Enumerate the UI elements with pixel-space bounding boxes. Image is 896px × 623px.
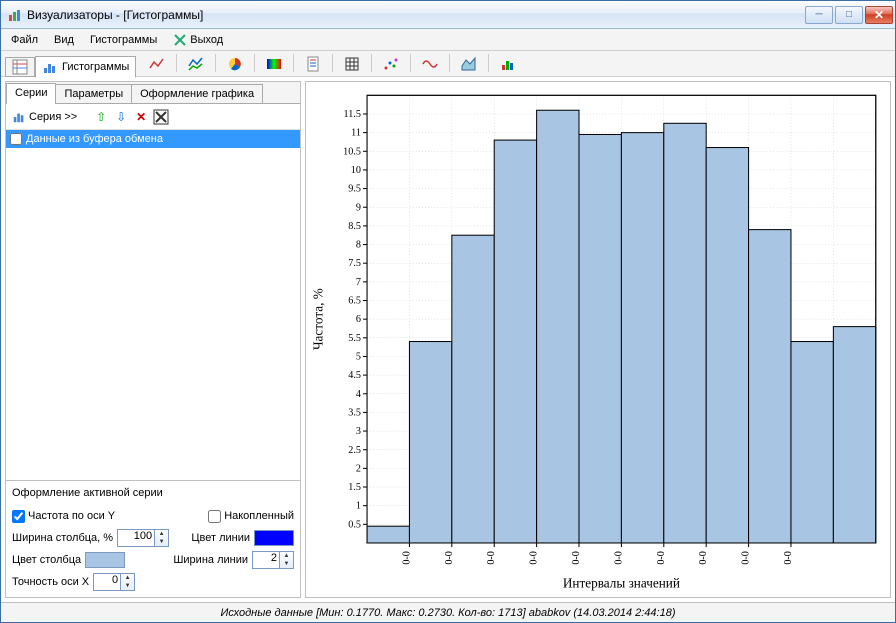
histogram-chart: 0.511.522.533.544.555.566.577.588.599.51… [306, 82, 890, 597]
series-dropdown[interactable]: Серия >> [12, 110, 77, 124]
subtab-design[interactable]: Оформление графика [131, 84, 263, 103]
svg-text:4.5: 4.5 [348, 370, 361, 381]
svg-text:6.5: 6.5 [348, 296, 361, 307]
svg-text:11.5: 11.5 [344, 109, 361, 120]
svg-text:0-0: 0-0 [783, 551, 794, 565]
window-title: Визуализаторы - [Гистограммы] [27, 8, 805, 22]
svg-text:4: 4 [356, 389, 361, 400]
svg-text:2: 2 [356, 463, 361, 474]
svg-text:5.5: 5.5 [348, 333, 361, 344]
delete-series-button[interactable]: ✕ [133, 109, 149, 125]
subtab-params[interactable]: Параметры [55, 84, 132, 103]
tool-grid[interactable] [341, 54, 363, 74]
exit-icon [173, 33, 187, 47]
svg-text:8: 8 [356, 240, 361, 251]
svg-text:Частота, %: Частота, % [310, 288, 325, 350]
subtab-series[interactable]: Серии [6, 83, 56, 104]
bar-color-swatch[interactable] [85, 552, 125, 568]
x-precision-input[interactable]: 0 [93, 573, 121, 591]
svg-text:7.5: 7.5 [348, 258, 361, 269]
accumulated-checkbox[interactable] [208, 510, 221, 523]
svg-text:9: 9 [356, 202, 361, 213]
tab-histograms[interactable]: Гистограммы [35, 56, 136, 78]
svg-text:0-0: 0-0 [741, 551, 752, 565]
svg-text:10: 10 [351, 165, 361, 176]
svg-text:0-0: 0-0 [401, 551, 412, 565]
bar-width-spinner[interactable]: ▲▼ [155, 529, 169, 547]
series-toolbar: Серия >> ⇧ ⇩ ✕ [6, 104, 300, 130]
titlebar: Визуализаторы - [Гистограммы] ─ □ ✕ [1, 1, 895, 29]
menu-file[interactable]: Файл [5, 32, 44, 48]
statusbar: Исходные данные [Мин: 0.1770. Макс: 0.27… [1, 602, 895, 622]
move-up-button[interactable]: ⇧ [93, 109, 109, 125]
menu-exit[interactable]: Выход [167, 31, 229, 49]
maximize-button[interactable]: □ [835, 6, 863, 24]
svg-text:6: 6 [356, 314, 361, 325]
toolbar: Гистограммы [1, 51, 895, 77]
line-width-spinner[interactable]: ▲▼ [280, 551, 294, 569]
tool-gradient[interactable] [263, 54, 285, 74]
svg-text:0-0: 0-0 [698, 551, 709, 565]
content-area: Серии Параметры Оформление графика Серия… [1, 77, 895, 602]
svg-text:0-0: 0-0 [571, 551, 582, 565]
svg-text:10.5: 10.5 [343, 146, 361, 157]
series-icon [12, 110, 26, 124]
svg-text:1.5: 1.5 [348, 482, 361, 493]
tool-bars3d[interactable] [497, 54, 519, 74]
svg-text:5: 5 [356, 352, 361, 363]
svg-text:8.5: 8.5 [348, 221, 361, 232]
chart-panel: 0.511.522.533.544.555.566.577.588.599.51… [305, 81, 891, 598]
accumulated-checkbox-row[interactable]: Накопленный [208, 510, 294, 523]
menubar: Файл Вид Гистограммы Выход [1, 29, 895, 51]
svg-text:1: 1 [356, 501, 361, 512]
svg-text:0.5: 0.5 [348, 519, 361, 530]
svg-text:9.5: 9.5 [348, 184, 361, 195]
series-form: Оформление активной серии Частота по оси… [6, 480, 300, 597]
tool-wave[interactable] [419, 54, 441, 74]
series-list: Данные из буфера обмена [6, 130, 300, 480]
tool-area[interactable] [458, 54, 480, 74]
app-icon [7, 7, 23, 23]
left-panel: Серии Параметры Оформление графика Серия… [5, 81, 301, 598]
svg-text:0-0: 0-0 [444, 551, 455, 565]
tool-lineplot[interactable] [146, 54, 168, 74]
move-down-button[interactable]: ⇩ [113, 109, 129, 125]
x-precision-spinner[interactable]: ▲▼ [121, 573, 135, 591]
subtabs: Серии Параметры Оформление графика [6, 82, 300, 104]
bar-width-input[interactable]: 100 [117, 529, 155, 547]
svg-text:3.5: 3.5 [348, 407, 361, 418]
svg-text:0-0: 0-0 [529, 551, 540, 565]
tool-doc[interactable] [302, 54, 324, 74]
main-window: Визуализаторы - [Гистограммы] ─ □ ✕ Файл… [0, 0, 896, 623]
tab-visualizer-prev[interactable] [5, 57, 35, 77]
series-checkbox[interactable] [10, 133, 22, 145]
tool-pie[interactable] [224, 54, 246, 74]
svg-text:Интервалы значений: Интервалы значений [563, 576, 680, 591]
tool-scatter[interactable] [380, 54, 402, 74]
toggle-series-button[interactable] [153, 109, 169, 125]
svg-text:2.5: 2.5 [348, 445, 361, 456]
tool-series[interactable] [185, 54, 207, 74]
freq-y-checkbox-row[interactable]: Частота по оси Y [12, 510, 115, 523]
form-title: Оформление активной серии [12, 485, 294, 505]
svg-text:3: 3 [356, 426, 361, 437]
series-item[interactable]: Данные из буфера обмена [6, 130, 300, 148]
minimize-button[interactable]: ─ [805, 6, 833, 24]
status-text: Исходные данные [Мин: 0.1770. Макс: 0.27… [220, 607, 675, 619]
menu-view[interactable]: Вид [48, 32, 80, 48]
svg-text:7: 7 [356, 277, 361, 288]
line-color-swatch[interactable] [254, 530, 294, 546]
close-button[interactable]: ✕ [865, 6, 893, 24]
svg-text:0-0: 0-0 [613, 551, 624, 565]
menu-histograms[interactable]: Гистограммы [84, 32, 163, 48]
svg-text:11: 11 [351, 128, 361, 139]
histogram-icon [42, 59, 58, 75]
line-width-input[interactable]: 2 [252, 551, 280, 569]
freq-y-checkbox[interactable] [12, 510, 25, 523]
table-icon [12, 59, 28, 75]
svg-text:0-0: 0-0 [656, 551, 667, 565]
svg-text:0-0: 0-0 [486, 551, 497, 565]
